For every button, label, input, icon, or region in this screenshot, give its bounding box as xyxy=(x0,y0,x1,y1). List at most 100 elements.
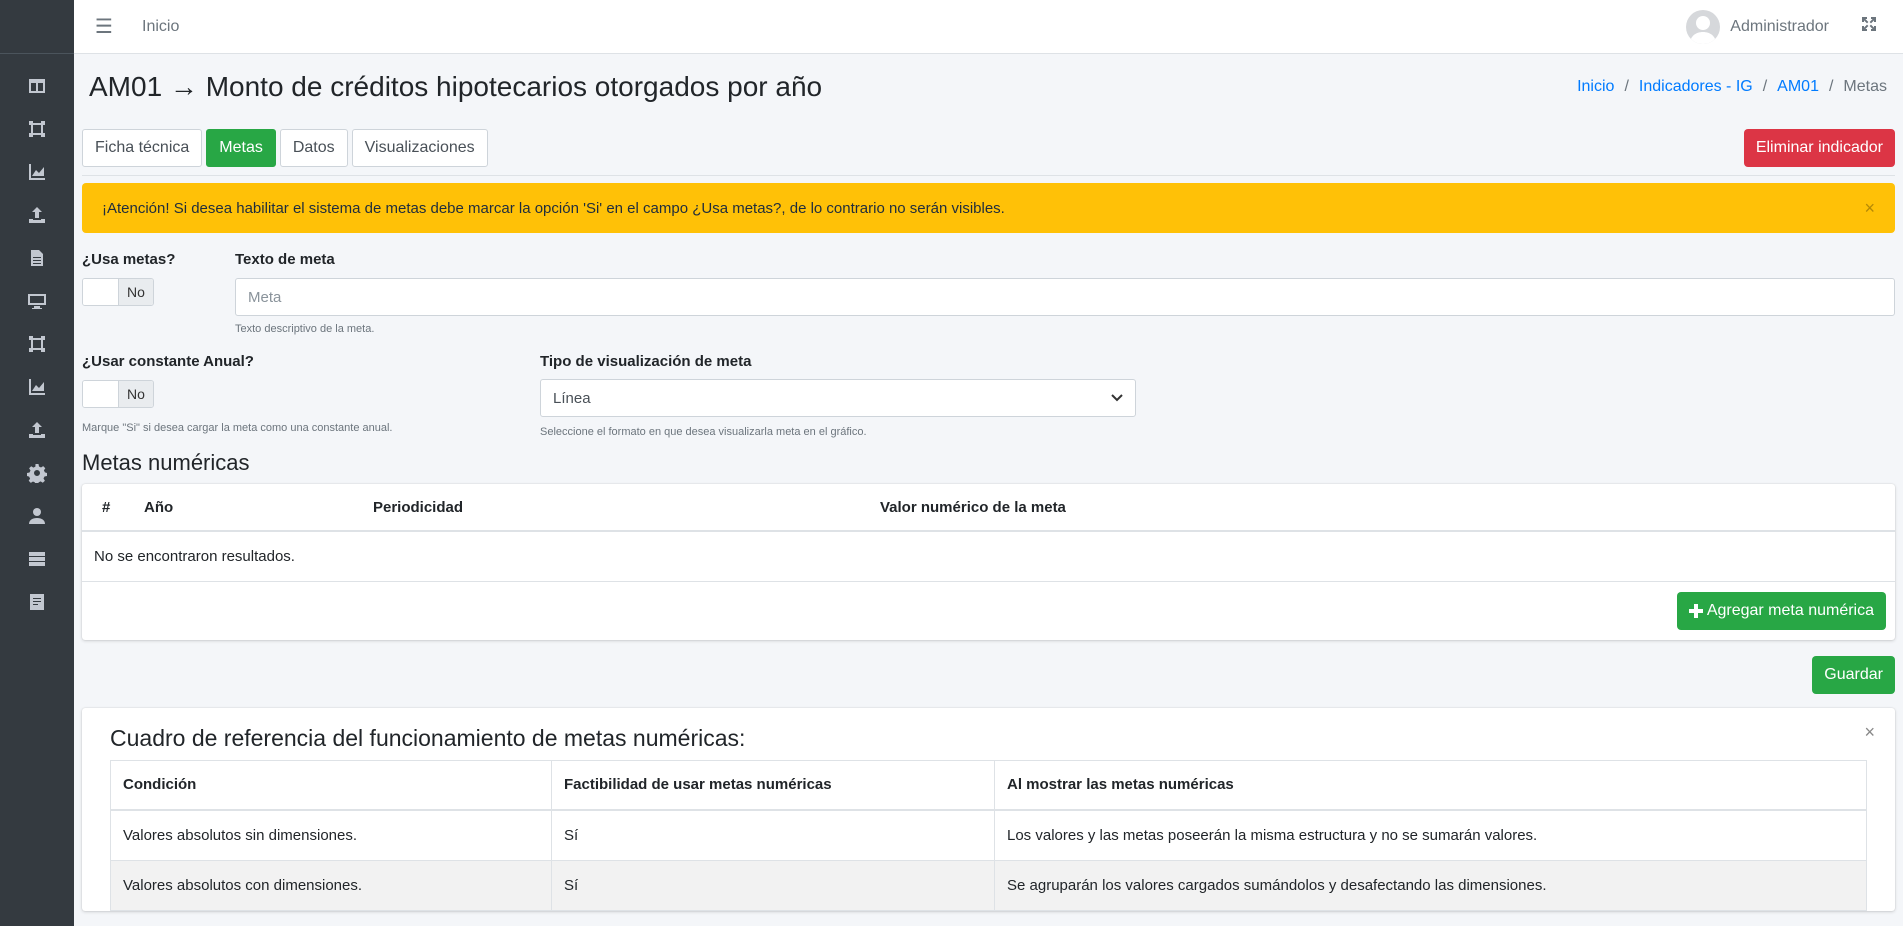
column-header-factibilidad: Factibilidad de usar metas numéricas xyxy=(551,759,995,811)
select-value: Línea xyxy=(553,389,591,407)
table-row: No se encontraron resultados. xyxy=(82,531,1895,582)
tab-ficha-tecnica[interactable]: Ficha técnica xyxy=(82,128,203,167)
sidebar-item-frames[interactable] xyxy=(0,107,74,150)
usa-metas-label: ¿Usa metas? xyxy=(82,251,176,268)
sidebar-item-charts[interactable] xyxy=(0,150,74,193)
gear-icon xyxy=(27,463,47,483)
sidebar-item-dashboard[interactable] xyxy=(0,64,74,107)
metas-numericas-table: # Año Periodicidad Valor numérico de la … xyxy=(82,484,1895,582)
table-cell: Sí xyxy=(551,859,995,911)
sidebar-item-reports[interactable] xyxy=(0,580,74,623)
object-ungroup-icon xyxy=(29,335,45,352)
texto-meta-input[interactable] xyxy=(235,278,1895,316)
column-header-al-mostrar: Al mostrar las metas numéricas xyxy=(994,759,1867,811)
tab-datos[interactable]: Datos xyxy=(279,128,348,167)
reference-table: Condición Factibilidad de usar metas num… xyxy=(110,759,1867,911)
metas-numericas-title: Metas numéricas xyxy=(82,450,250,475)
breadcrumb-indicadores[interactable]: Indicadores - IG xyxy=(1639,78,1753,95)
sidebar-item-settings[interactable] xyxy=(0,451,74,494)
alert-close-button[interactable]: × xyxy=(1864,198,1875,219)
chevron-down-icon xyxy=(1111,390,1123,407)
sidebar-item-documents[interactable] xyxy=(0,236,74,279)
menu-toggle-button[interactable]: ☰ xyxy=(74,14,134,39)
breadcrumb-inicio[interactable]: Inicio xyxy=(1577,78,1614,95)
toggle-state: No xyxy=(119,279,153,305)
breadcrumb-am01[interactable]: AM01 xyxy=(1777,78,1819,95)
constante-anual-label: ¿Usar constante Anual? xyxy=(82,353,254,370)
toggle-state: No xyxy=(119,381,153,407)
tipo-visualizacion-group: Tipo de visualización de meta Línea Sele… xyxy=(540,353,1136,438)
desktop-icon xyxy=(28,293,46,309)
save-button[interactable]: Guardar xyxy=(1812,655,1895,694)
table-row: Valores absolutos sin dimensiones. Sí Lo… xyxy=(110,809,1867,861)
delete-indicator-button[interactable]: Eliminar indicador xyxy=(1743,128,1895,167)
avatar[interactable] xyxy=(1686,9,1721,44)
texto-meta-group: Texto de meta Texto descriptivo de la me… xyxy=(235,251,1895,335)
column-header-valor[interactable]: Valor numérico de la meta xyxy=(868,484,1895,532)
sidebar-item-monitor[interactable] xyxy=(0,279,74,322)
sidebar-item-users[interactable] xyxy=(0,494,74,537)
form-row-2: ¿Usar constante Anual? No Marque "Si" si… xyxy=(82,353,1895,438)
constante-anual-toggle[interactable]: No xyxy=(82,380,154,408)
column-header-periodicidad[interactable]: Periodicidad xyxy=(361,484,868,532)
top-navbar: ☰ Inicio Administrador xyxy=(74,0,1903,54)
content-header: AM01 → Monto de créditos hipotecarios ot… xyxy=(82,54,1895,120)
column-header-index[interactable]: # xyxy=(82,484,132,532)
tipo-visualizacion-select[interactable]: Línea xyxy=(540,379,1136,417)
table-cell: Valores absolutos sin dimensiones. xyxy=(110,809,552,861)
warning-alert: ¡Atención! Si desea habilitar el sistema… xyxy=(82,183,1895,233)
upload-icon xyxy=(29,421,45,438)
column-header-anio[interactable]: Año xyxy=(132,484,361,532)
main-content: AM01 → Monto de créditos hipotecarios ot… xyxy=(74,54,1903,926)
user-name[interactable]: Administrador xyxy=(1730,18,1829,36)
usa-metas-group: ¿Usa metas? No xyxy=(82,251,235,335)
area-chart-icon xyxy=(29,163,45,180)
expand-icon xyxy=(1862,17,1876,31)
server-icon xyxy=(29,551,45,566)
table-cell: Sí xyxy=(551,809,995,861)
fullscreen-button[interactable] xyxy=(1861,16,1877,37)
nav-home-link[interactable]: Inicio xyxy=(142,18,179,36)
card-footer: Agregar meta numérica xyxy=(82,582,1895,640)
user-icon xyxy=(29,507,45,524)
column-header-condicion: Condición xyxy=(110,759,552,811)
add-numeric-goal-button[interactable]: Agregar meta numérica xyxy=(1676,591,1886,630)
object-ungroup-icon xyxy=(29,120,45,137)
page-title: AM01 → Monto de créditos hipotecarios ot… xyxy=(89,71,823,102)
columns-icon xyxy=(29,78,45,93)
table-cell: Los valores y las metas poseerán la mism… xyxy=(994,809,1867,861)
toggle-knob xyxy=(83,381,119,407)
tab-metas[interactable]: Metas xyxy=(206,128,276,167)
table-cell: Se agruparán los valores cargados sumánd… xyxy=(994,859,1867,911)
reference-card: Cuadro de referencia del funcionamiento … xyxy=(82,707,1895,911)
tabs-row: Ficha técnica Metas Datos Visualizacione… xyxy=(82,120,1895,176)
sidebar-item-servers[interactable] xyxy=(0,537,74,580)
sidebar-item-frames-2[interactable] xyxy=(0,322,74,365)
usa-metas-toggle[interactable]: No xyxy=(82,278,154,306)
file-icon xyxy=(31,249,43,266)
constante-anual-group: ¿Usar constante Anual? No Marque "Si" si… xyxy=(82,353,540,438)
texto-meta-label: Texto de meta xyxy=(235,251,335,268)
hamburger-icon: ☰ xyxy=(95,16,113,38)
sidebar-item-charts-2[interactable] xyxy=(0,365,74,408)
breadcrumb-separator: / xyxy=(1624,78,1629,95)
texto-meta-hint: Texto descriptivo de la meta. xyxy=(235,323,375,335)
table-header-row: # Año Periodicidad Valor numérico de la … xyxy=(82,484,1895,532)
reference-close-button[interactable]: × xyxy=(1864,722,1875,743)
tab-visualizaciones[interactable]: Visualizaciones xyxy=(351,128,488,167)
constante-anual-hint: Marque "Si" si desea cargar la meta como… xyxy=(82,422,393,434)
table-row: Valores absolutos con dimensiones. Sí Se… xyxy=(110,859,1867,911)
table-cell: Valores absolutos con dimensiones. xyxy=(110,859,552,911)
breadcrumb: Inicio / Indicadores - IG / AM01 / Metas xyxy=(1577,78,1895,96)
tipo-visualizacion-hint: Seleccione el formato en que desea visua… xyxy=(540,426,867,438)
sidebar-item-upload-2[interactable] xyxy=(0,408,74,451)
breadcrumb-active: Metas xyxy=(1843,78,1887,95)
add-numeric-goal-label: Agregar meta numérica xyxy=(1706,601,1874,619)
user-avatar-icon xyxy=(1690,15,1717,44)
alert-text: ¡Atención! Si desea habilitar el sistema… xyxy=(102,199,1005,217)
empty-results: No se encontraron resultados. xyxy=(82,531,1895,582)
toggle-knob xyxy=(83,279,119,305)
table-header-row: Condición Factibilidad de usar metas num… xyxy=(110,759,1867,811)
sidebar-item-upload[interactable] xyxy=(0,193,74,236)
area-chart-icon xyxy=(29,378,45,395)
